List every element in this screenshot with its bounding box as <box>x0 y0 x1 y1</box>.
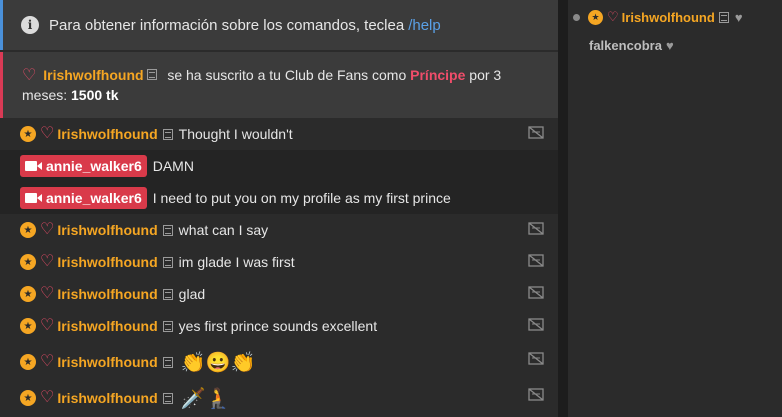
note-icon[interactable] <box>718 11 729 23</box>
user-list-panel: ★ ♡ Irishwolfhound ♥ falkencobra ♥ <box>568 0 782 417</box>
star-icon: ★ <box>20 254 36 270</box>
user-list-item[interactable]: falkencobra ♥ <box>568 34 782 56</box>
broadcaster-badge[interactable]: annie_walker6 <box>20 187 147 209</box>
heart-icon: ♡ <box>40 221 55 238</box>
message-text: I need to put you on my profile as my fi… <box>152 190 451 206</box>
message-text: glad <box>178 286 206 302</box>
camera-icon <box>25 193 42 203</box>
mute-icon[interactable] <box>528 388 544 401</box>
note-icon[interactable] <box>162 320 173 332</box>
notice-text: Para obtener información sobre los coman… <box>49 16 405 34</box>
mute-icon[interactable] <box>528 222 544 235</box>
panel-divider <box>558 0 568 417</box>
message-username[interactable]: Irishwolfhound <box>57 354 157 370</box>
mute-icon[interactable] <box>528 286 544 299</box>
message-text: DAMN <box>152 158 194 174</box>
star-icon: ★ <box>20 318 36 334</box>
note-icon[interactable] <box>147 69 158 80</box>
heart-icon: ♡ <box>40 353 55 370</box>
help-link[interactable]: /help <box>408 17 441 34</box>
emoji-message: 🗡️🧎 <box>180 387 231 410</box>
help-notice: i Para obtener información sobre los com… <box>0 0 558 50</box>
mute-icon[interactable] <box>528 318 544 331</box>
star-icon: ★ <box>20 222 36 238</box>
subscription-notice: ♡ Irishwolfhound se ha suscrito a tu Clu… <box>0 52 558 118</box>
heart-icon: ♥ <box>734 9 743 25</box>
note-icon[interactable] <box>162 224 173 236</box>
star-icon: ★ <box>20 126 36 142</box>
note-icon[interactable] <box>162 128 173 140</box>
chat-message: annie_walker6 DAMN <box>0 150 558 182</box>
chat-panel: i Para obtener información sobre los com… <box>0 0 558 417</box>
chat-message: ★ ♡ Irishwolfhound what can I say <box>0 214 558 246</box>
message-username: annie_walker6 <box>46 158 142 174</box>
message-username[interactable]: Irishwolfhound <box>57 222 157 238</box>
heart-icon: ♡ <box>40 253 55 270</box>
chat-message: ★ ♡ Irishwolfhound glad <box>0 278 558 310</box>
chat-message: annie_walker6 I need to put you on my pr… <box>0 182 558 214</box>
message-username: annie_walker6 <box>46 190 142 206</box>
message-text: Thought I wouldn't <box>178 126 293 142</box>
status-dot <box>573 13 580 21</box>
note-icon[interactable] <box>162 392 173 404</box>
emoji-message: 👏😀👏 <box>180 351 256 374</box>
chat-message: ★ ♡ Irishwolfhound Thought I wouldn't <box>0 118 558 150</box>
heart-icon: ♡ <box>607 9 619 24</box>
heart-icon: ♡ <box>22 67 37 84</box>
chat-message: ★ ♡ Irishwolfhound im glade I was first <box>0 246 558 278</box>
note-icon[interactable] <box>162 356 173 368</box>
sub-amount: 1500 tk <box>71 87 119 103</box>
sub-tier: Príncipe <box>410 67 466 83</box>
chat-message: ★ ♡ Irishwolfhound 👏😀👏 <box>0 344 558 380</box>
heart-icon: ♡ <box>40 317 55 334</box>
info-icon: i <box>21 16 39 34</box>
message-username[interactable]: Irishwolfhound <box>57 126 157 142</box>
sub-text1: se ha suscrito a tu Club de Fans como <box>167 67 407 83</box>
camera-icon <box>25 161 42 171</box>
chat-message: ★ ♡ Irishwolfhound 🗡️🧎 <box>0 380 558 416</box>
star-icon: ★ <box>20 286 36 302</box>
message-text: what can I say <box>178 222 269 238</box>
mute-icon[interactable] <box>528 254 544 267</box>
message-username[interactable]: Irishwolfhound <box>57 254 157 270</box>
star-icon: ★ <box>20 390 36 406</box>
chat-message: ★ ♡ Irishwolfhound yes first prince soun… <box>0 310 558 342</box>
broadcaster-badge[interactable]: annie_walker6 <box>20 155 147 177</box>
note-icon[interactable] <box>162 288 173 300</box>
star-icon: ★ <box>20 354 36 370</box>
message-username[interactable]: Irishwolfhound <box>57 390 157 406</box>
mute-icon[interactable] <box>528 126 544 139</box>
star-icon: ★ <box>588 9 603 25</box>
heart-icon: ♥ <box>665 37 674 53</box>
heart-icon: ♡ <box>40 285 55 302</box>
user-name[interactable]: Irishwolfhound <box>622 10 715 25</box>
note-icon[interactable] <box>162 256 173 268</box>
mute-icon[interactable] <box>528 352 544 365</box>
user-name[interactable]: falkencobra <box>589 38 662 53</box>
heart-icon: ♡ <box>40 389 55 406</box>
message-username[interactable]: Irishwolfhound <box>57 286 157 302</box>
user-list-item[interactable]: ★ ♡ Irishwolfhound ♥ <box>568 6 782 28</box>
sub-username[interactable]: Irishwolfhound <box>43 67 143 83</box>
message-text: im glade I was first <box>178 254 295 270</box>
message-text: yes first prince sounds excellent <box>178 318 378 334</box>
heart-icon: ♡ <box>40 125 55 142</box>
message-username[interactable]: Irishwolfhound <box>57 318 157 334</box>
